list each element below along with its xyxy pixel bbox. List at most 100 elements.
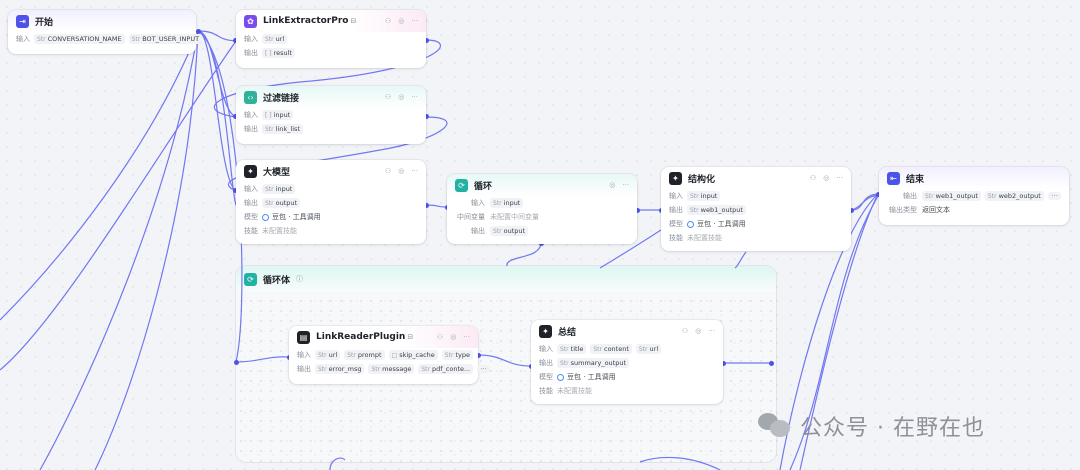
- var-tag: Str link_list: [262, 124, 303, 134]
- var-tag: Str summary_output: [557, 358, 630, 368]
- input-label: 输入: [244, 185, 258, 193]
- var-tag: Str input: [262, 184, 296, 194]
- input-row: 输入 [ ] input: [236, 108, 426, 122]
- llm-icon: ✦: [539, 324, 552, 338]
- output-row: 输出 Str output: [447, 224, 637, 238]
- summary-title: 总结: [558, 327, 577, 338]
- skill-row: 技能 未配置技能: [236, 224, 426, 238]
- output-row: 输出 [ ] result: [236, 46, 426, 60]
- skill-value: 未配置技能: [262, 227, 297, 235]
- var-tag: Str CONVERSATION_NAME: [34, 34, 125, 44]
- var-tag: Str prompt: [344, 350, 385, 360]
- mid-var-row: 中间变量 未配置中间变量: [447, 210, 637, 224]
- var-tag: Str web2_output: [984, 191, 1044, 201]
- end-header: ⇤ 结束: [879, 167, 1069, 189]
- var-tag: Str content: [590, 344, 632, 354]
- node-actions[interactable]: ⚇ ◎ ···: [385, 17, 418, 25]
- watermark: 公众号 · 在野在也: [758, 410, 985, 442]
- var-tag: Str BOT_USER_INPUT: [128, 34, 203, 44]
- end-node[interactable]: ⇤ 结束 输出 Str web1_output Str web2_output ··…: [879, 167, 1069, 225]
- input-label: 输入: [669, 192, 683, 200]
- debug-icon: ⚇: [809, 174, 817, 182]
- output-label: 输出: [244, 199, 258, 207]
- var-tag: □ skip_cache: [388, 350, 438, 360]
- start-output-label: 输入: [16, 35, 30, 43]
- var-tag: Str type: [441, 350, 473, 360]
- structure-title: 结构化: [688, 174, 716, 185]
- input-row: 输入 Str title Str content Str url: [531, 342, 723, 356]
- loop-body-end-port[interactable]: [769, 361, 774, 366]
- var-tag: Str output: [262, 198, 301, 208]
- output-row: 输出 Str summary_output: [531, 356, 723, 370]
- loop-title: 循环: [474, 181, 493, 192]
- settings-icon: ◎: [823, 174, 830, 182]
- model-label: 模型: [539, 373, 553, 381]
- node-actions[interactable]: ⚇ ◎ ···: [682, 327, 715, 335]
- var-tag: Str message: [368, 364, 415, 374]
- output-type-row: 输出类型 返回文本: [879, 203, 1069, 217]
- end-title: 结束: [906, 174, 925, 185]
- structure-node[interactable]: ✦ 结构化 ⚇ ◎ ··· 输入 Str input 输出 Str web1_outpu…: [661, 167, 851, 251]
- debug-icon: ⚇: [436, 333, 444, 341]
- llm-title: 大模型: [263, 167, 291, 178]
- more-icon: ···: [411, 167, 418, 175]
- skill-row: 技能 未配置技能: [661, 231, 851, 245]
- skill-label: 技能: [539, 387, 553, 395]
- skill-row: 技能 未配置技能: [531, 384, 723, 398]
- output-row: 输出 Str error_msg Str message Str pdf_conte.…: [289, 362, 490, 376]
- settings-icon: ◎: [398, 93, 405, 101]
- var-tag: Str input: [490, 198, 524, 208]
- debug-icon: ⚇: [384, 167, 392, 175]
- input-label: 输入: [539, 345, 553, 353]
- model-label: 模型: [244, 213, 258, 221]
- debug-icon: ⚇: [681, 327, 689, 335]
- link-reader-node[interactable]: ▤ LinkReaderPlugin ⊟ ⚇ ◎ ··· 输入 Str url Str…: [289, 326, 490, 384]
- node-actions[interactable]: ⚇ ◎ ···: [810, 174, 843, 182]
- input-label: 输入: [297, 351, 311, 359]
- output-label: 输出: [539, 359, 553, 367]
- output-row: 输出 Str output: [236, 196, 426, 210]
- start-node[interactable]: ⇥ 开始 输入 Str CONVERSATION_NAME Str BOT_USER…: [8, 10, 203, 54]
- summary-node[interactable]: ✦ 总结 ⚇ ◎ ··· 输入 Str title Str content Str url…: [531, 320, 723, 404]
- link-reader-title: LinkReaderPlugin: [316, 332, 406, 342]
- wechat-icon: [758, 411, 792, 441]
- plugin-icon: ▤: [297, 330, 310, 344]
- output-label: 输出: [669, 206, 683, 214]
- input-row: 输入 Str input: [236, 182, 426, 196]
- plugin-icon: ✿: [244, 14, 257, 28]
- more-vars-button[interactable]: ···: [477, 365, 490, 373]
- input-row: 输入 Str input: [661, 189, 851, 203]
- loop-header: ⟳ 循环 ◎ ···: [447, 174, 637, 196]
- link-extractor-node[interactable]: ✿ LinkExtractorPro ⊟ ⚇ ◎ ··· 输入 Str url 输出 …: [236, 10, 426, 68]
- node-actions[interactable]: ⚇ ◎ ···: [385, 167, 418, 175]
- skill-value: 未配置技能: [687, 234, 722, 242]
- skill-label: 技能: [669, 234, 683, 242]
- node-actions[interactable]: ◎ ···: [609, 181, 629, 189]
- settings-icon: ◎: [695, 327, 702, 335]
- model-name: 豆包 · 工具调用: [697, 220, 746, 228]
- start-vars-row: 输入 Str CONVERSATION_NAME Str BOT_USER_INPU…: [8, 32, 203, 46]
- input-label: 输入: [244, 111, 258, 119]
- filter-links-node[interactable]: ‹› 过滤链接 ⚇ ◎ ··· 输入 [ ] input 输出 Str link_lis…: [236, 86, 426, 144]
- node-actions[interactable]: ⚇ ◎ ···: [437, 333, 470, 341]
- more-vars-button[interactable]: ···: [1048, 192, 1061, 200]
- skill-label: 技能: [244, 227, 258, 235]
- model-name: 豆包 · 工具调用: [567, 373, 616, 381]
- output-label: 输出: [903, 192, 917, 200]
- code-icon: ‹›: [244, 90, 257, 104]
- input-row: 输入 Str url: [236, 32, 426, 46]
- model-row: 模型 豆包 · 工具调用: [661, 217, 851, 231]
- node-actions[interactable]: ⚇ ◎ ···: [385, 93, 418, 101]
- llm-node[interactable]: ✦ 大模型 ⚇ ◎ ··· 输入 Str input 输出 Str output 模型 …: [236, 160, 426, 244]
- var-tag: Str title: [557, 344, 587, 354]
- plugin-badge-icon: ⊟: [350, 17, 357, 25]
- more-icon: ···: [411, 93, 418, 101]
- end-icon: ⇤: [887, 171, 900, 185]
- loop-body-start-port[interactable]: [234, 360, 239, 365]
- start-node-header: ⇥ 开始: [8, 10, 196, 32]
- loop-node[interactable]: ⟳ 循环 ◎ ··· 输入 Str input 中间变量 未配置中间变量 输出 St…: [447, 174, 637, 244]
- debug-icon: ⚇: [384, 93, 392, 101]
- start-node-title: 开始: [35, 17, 54, 28]
- var-tag: Str web1_output: [687, 205, 746, 215]
- model-icon: [557, 373, 564, 381]
